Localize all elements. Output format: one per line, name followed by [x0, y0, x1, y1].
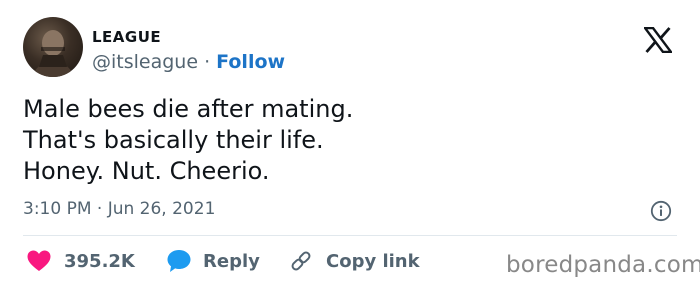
like-count: 395.2K: [64, 250, 135, 272]
handle-row: @itsleague · Follow: [92, 51, 285, 73]
tweet-card: LEAGUE @itsleague · Follow Male bees die…: [0, 0, 700, 288]
display-name[interactable]: LEAGUE: [92, 28, 161, 46]
link-icon: [291, 251, 311, 271]
avatar-image: [33, 30, 73, 77]
follow-button[interactable]: Follow: [216, 51, 285, 73]
timestamp[interactable]: 3:10 PM · Jun 26, 2021: [23, 199, 215, 219]
handle[interactable]: @itsleague: [92, 51, 198, 73]
copy-link-label: Copy link: [326, 250, 420, 272]
reply-button[interactable]: Reply: [166, 244, 260, 278]
like-button[interactable]: 395.2K: [26, 244, 135, 278]
tweet-line: Honey. Nut. Cheerio.: [23, 157, 270, 185]
divider: [23, 235, 677, 236]
reply-label: Reply: [203, 250, 260, 272]
heart-icon: [27, 250, 51, 271]
watermark: boredpanda.com: [506, 252, 700, 278]
tweet-line: Male bees die after mating.: [23, 95, 354, 123]
info-icon[interactable]: [650, 200, 672, 222]
avatar[interactable]: [23, 17, 83, 77]
tweet-text: Male bees die after mating. That's basic…: [23, 94, 353, 187]
x-logo-icon[interactable]: [642, 26, 674, 54]
speech-bubble-icon: [167, 250, 191, 272]
copy-link-button[interactable]: Copy link: [288, 244, 420, 278]
tweet-line: That's basically their life.: [23, 126, 324, 154]
separator-dot: ·: [204, 51, 217, 73]
